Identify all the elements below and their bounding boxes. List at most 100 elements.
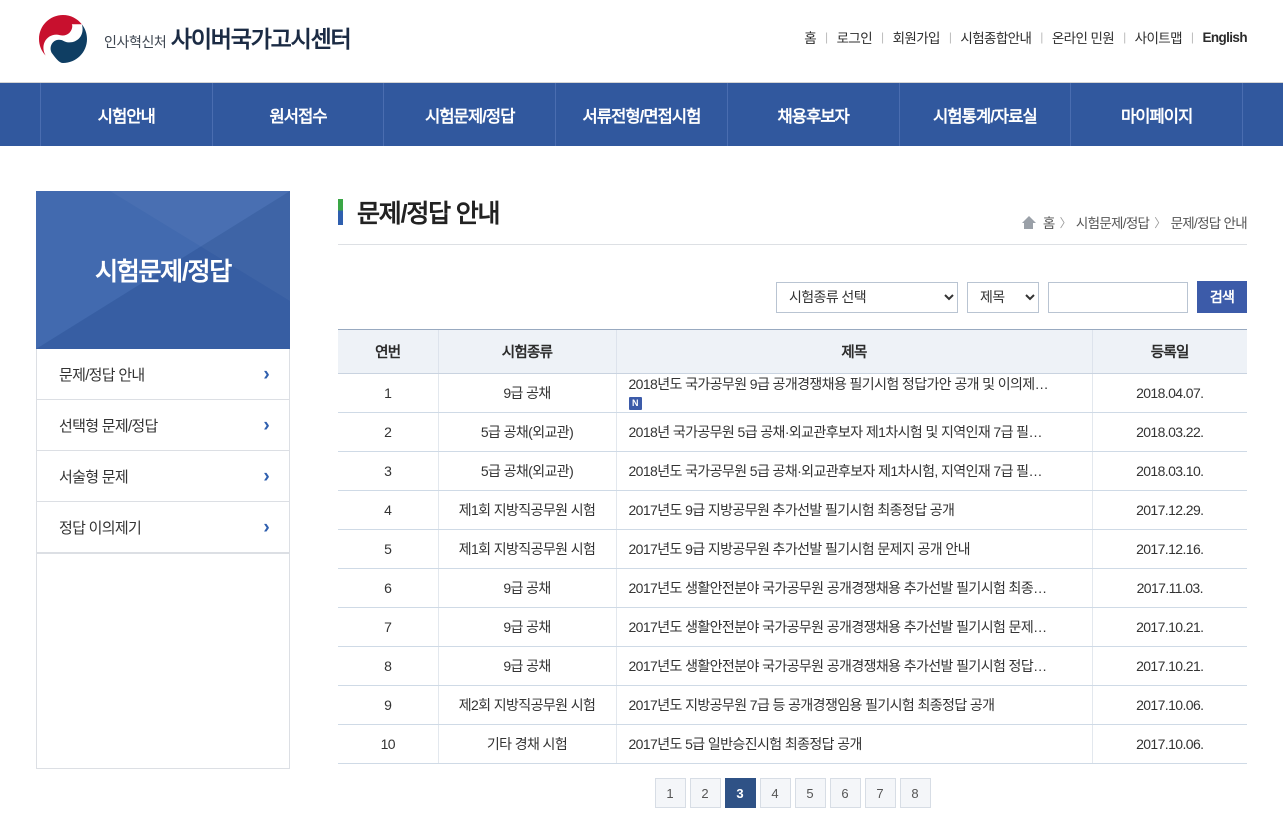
cell-title[interactable]: 2017년도 9급 지방공무원 추가선발 필기시험 문제지 공개 안내: [615, 529, 1092, 569]
column-header-no: 연번: [338, 329, 438, 374]
util-nav-item-sitemap[interactable]: 사이트맵: [1126, 27, 1191, 47]
cell-title[interactable]: 2018년도 국가공무원 9급 공개경쟁채용 필기시험 정답가안 공개 및 이의…: [615, 373, 1092, 413]
util-nav-item-login[interactable]: 로그인: [828, 27, 881, 47]
breadcrumb-item-section[interactable]: 시험문제/정답: [1076, 212, 1150, 232]
table-row[interactable]: 4 제1회 지방직공무원 시험 2017년도 9급 지방공무원 추가선발 필기시…: [338, 490, 1247, 530]
sidebar-item-label: 정답 이의제기: [59, 519, 142, 537]
page-body: 시험문제/정답 문제/정답 안내 › 선택형 문제/정답 › 서술형 문제 › …: [0, 146, 1283, 808]
cell-exam-type: 기타 경채 시험: [437, 724, 616, 764]
search-input[interactable]: [1048, 281, 1188, 313]
post-title-link[interactable]: 2017년도 생활안전분야 국가공무원 공개경쟁채용 추가선발 필기시험 최종…: [629, 578, 1082, 598]
util-nav-item-exam-guide[interactable]: 시험종합안내: [951, 27, 1040, 47]
pagination-page-6[interactable]: 6: [829, 778, 861, 808]
gnb-item-statistics-archive[interactable]: 시험통계/자료실: [898, 83, 1071, 146]
new-badge: N: [628, 397, 642, 410]
table-row[interactable]: 1 9급 공채 2018년도 국가공무원 9급 공개경쟁채용 필기시험 정답가안…: [338, 373, 1247, 413]
table-row[interactable]: 9 제2회 지방직공무원 시험 2017년도 지방공무원 7급 등 공개경쟁임용…: [338, 685, 1247, 725]
sidebar-heading: 시험문제/정답: [95, 258, 232, 286]
cell-date: 2017.12.29.: [1091, 490, 1247, 530]
board-table-head: 연번 시험종류 제목 등록일: [338, 329, 1247, 374]
post-title-link[interactable]: 2018년도 국가공무원 9급 공개경쟁채용 필기시험 정답가안 공개 및 이의…: [629, 376, 1082, 394]
cell-exam-type: 9급 공채: [437, 568, 616, 608]
breadcrumb-item-home[interactable]: 홈: [1043, 212, 1055, 232]
cell-no: 2: [338, 412, 438, 452]
cell-title[interactable]: 2017년도 생활안전분야 국가공무원 공개경쟁채용 추가선발 필기시험 최종…: [615, 568, 1092, 608]
cell-exam-type: 제1회 지방직공무원 시험: [437, 490, 616, 530]
site-brand[interactable]: 인사혁신처 사이버국가고시센터: [36, 12, 352, 66]
util-nav-item-english[interactable]: English: [1193, 30, 1247, 45]
sidebar-item-multiple-choice[interactable]: 선택형 문제/정답 ›: [37, 400, 289, 451]
gnb-item-exam-questions-answers[interactable]: 시험문제/정답: [383, 83, 555, 146]
search-button[interactable]: 검색: [1197, 281, 1247, 313]
cell-date: 2018.04.07.: [1091, 373, 1247, 413]
cell-title[interactable]: 2018년도 국가공무원 5급 공채·외교관후보자 제1차시험, 지역인재 7급…: [615, 451, 1092, 491]
pagination-page-4[interactable]: 4: [759, 778, 791, 808]
sidebar-header: 시험문제/정답: [36, 191, 290, 349]
brand-site-name: 사이버국가고시센터: [170, 25, 352, 52]
util-nav-item-signup[interactable]: 회원가입: [884, 27, 949, 47]
sidebar-item-essay-questions[interactable]: 서술형 문제 ›: [37, 451, 289, 502]
cell-no: 7: [338, 607, 438, 647]
cell-exam-type: 9급 공채: [437, 607, 616, 647]
sidebar-item-label: 문제/정답 안내: [59, 366, 145, 384]
pagination-page-1[interactable]: 1: [654, 778, 686, 808]
cell-title[interactable]: 2017년도 생활안전분야 국가공무원 공개경쟁채용 추가선발 필기시험 문제…: [615, 607, 1092, 647]
cell-title[interactable]: 2017년도 5급 일반승진시험 최종정답 공개: [615, 724, 1092, 764]
table-row[interactable]: 8 9급 공채 2017년도 생활안전분야 국가공무원 공개경쟁채용 추가선발 …: [338, 646, 1247, 686]
column-header-date: 등록일: [1091, 329, 1247, 374]
cell-no: 10: [338, 724, 438, 764]
taegeuk-logo-icon: [36, 12, 90, 66]
post-title-link[interactable]: 2017년도 지방공무원 7급 등 공개경쟁임용 필기시험 최종정답 공개: [629, 695, 1082, 715]
table-row[interactable]: 10 기타 경채 시험 2017년도 5급 일반승진시험 최종정답 공개 201…: [338, 724, 1247, 764]
gnb-left-pad: [0, 83, 40, 146]
post-title-link[interactable]: 2017년도 생활안전분야 국가공무원 공개경쟁채용 추가선발 필기시험 정답…: [629, 656, 1082, 676]
content-divider: [338, 244, 1247, 245]
util-nav-item-online-civil[interactable]: 온라인 민원: [1043, 27, 1123, 47]
home-icon[interactable]: [1021, 215, 1036, 229]
pagination-page-2[interactable]: 2: [689, 778, 721, 808]
sidebar-item-question-answer-guide[interactable]: 문제/정답 안내 ›: [37, 349, 289, 400]
table-row[interactable]: 7 9급 공채 2017년도 생활안전분야 국가공무원 공개경쟁채용 추가선발 …: [338, 607, 1247, 647]
content-header: 문제/정답 안내 홈 〉 시험문제/정답 〉 문제/정답 안내: [338, 186, 1248, 238]
cell-no: 8: [338, 646, 438, 686]
gnb-item-mypage[interactable]: 마이페이지: [1070, 83, 1244, 146]
board-table-body: 1 9급 공채 2018년도 국가공무원 9급 공개경쟁채용 필기시험 정답가안…: [338, 373, 1247, 764]
gnb-item-candidates[interactable]: 채용후보자: [726, 83, 899, 146]
chevron-right-icon: ›: [263, 363, 269, 385]
post-title-link[interactable]: 2017년도 5급 일반승진시험 최종정답 공개: [629, 734, 1082, 754]
table-header-row: 연번 시험종류 제목 등록일: [338, 329, 1247, 374]
cell-exam-type: 9급 공채: [437, 373, 616, 413]
gnb-item-document-interview[interactable]: 서류전형/면접시험: [555, 83, 727, 146]
cell-date: 2017.12.16.: [1091, 529, 1247, 569]
util-nav-item-home[interactable]: 홈: [795, 27, 825, 47]
gnb-item-application[interactable]: 원서접수: [211, 83, 384, 146]
exam-type-select[interactable]: 시험종류 선택: [776, 281, 958, 313]
table-row[interactable]: 2 5급 공채(외교관) 2018년 국가공무원 5급 공채·외교관후보자 제1…: [338, 412, 1247, 452]
table-row[interactable]: 6 9급 공채 2017년도 생활안전분야 국가공무원 공개경쟁채용 추가선발 …: [338, 568, 1247, 608]
cell-title[interactable]: 2017년도 생활안전분야 국가공무원 공개경쟁채용 추가선발 필기시험 정답…: [615, 646, 1092, 686]
breadcrumb: 홈 〉 시험문제/정답 〉 문제/정답 안내: [1021, 212, 1248, 232]
cell-title[interactable]: 2017년도 9급 지방공무원 추가선발 필기시험 최종정답 공개: [615, 490, 1092, 530]
post-title-link[interactable]: 2017년도 생활안전분야 국가공무원 공개경쟁채용 추가선발 필기시험 문제…: [629, 617, 1082, 637]
cell-title[interactable]: 2018년 국가공무원 5급 공채·외교관후보자 제1차시험 및 지역인재 7급…: [615, 412, 1092, 452]
sidebar-item-answer-objection[interactable]: 정답 이의제기 ›: [37, 502, 289, 553]
table-row[interactable]: 3 5급 공채(외교관) 2018년도 국가공무원 5급 공채·외교관후보자 제…: [338, 451, 1247, 491]
pagination-page-7[interactable]: 7: [864, 778, 896, 808]
cell-no: 1: [338, 373, 438, 413]
pagination-page-5[interactable]: 5: [794, 778, 826, 808]
search-field-select[interactable]: 제목: [967, 281, 1039, 313]
post-title-link[interactable]: 2017년도 9급 지방공무원 추가선발 필기시험 최종정답 공개: [629, 500, 1082, 520]
pagination-page-3[interactable]: 3: [724, 778, 756, 808]
pagination-page-8[interactable]: 8: [899, 778, 931, 808]
post-title-link[interactable]: 2018년도 국가공무원 5급 공채·외교관후보자 제1차시험, 지역인재 7급…: [629, 461, 1082, 481]
utility-nav: 홈 | 로그인 | 회원가입 | 시험종합안내 | 온라인 민원 | 사이트맵 …: [795, 27, 1247, 47]
cell-date: 2017.10.21.: [1091, 607, 1247, 647]
post-title-link[interactable]: 2018년 국가공무원 5급 공채·외교관후보자 제1차시험 및 지역인재 7급…: [629, 422, 1082, 442]
breadcrumb-separator: 〉: [1059, 215, 1072, 230]
table-row[interactable]: 5 제1회 지방직공무원 시험 2017년도 9급 지방공무원 추가선발 필기시…: [338, 529, 1247, 569]
gnb-item-exam-info[interactable]: 시험안내: [40, 83, 212, 146]
cell-title[interactable]: 2017년도 지방공무원 7급 등 공개경쟁임용 필기시험 최종정답 공개: [615, 685, 1092, 725]
global-nav: 시험안내 원서접수 시험문제/정답 서류전형/면접시험 채용후보자 시험통계/자…: [0, 82, 1283, 146]
breadcrumb-separator: 〉: [1154, 215, 1166, 230]
post-title-link[interactable]: 2017년도 9급 지방공무원 추가선발 필기시험 문제지 공개 안내: [629, 539, 1082, 559]
